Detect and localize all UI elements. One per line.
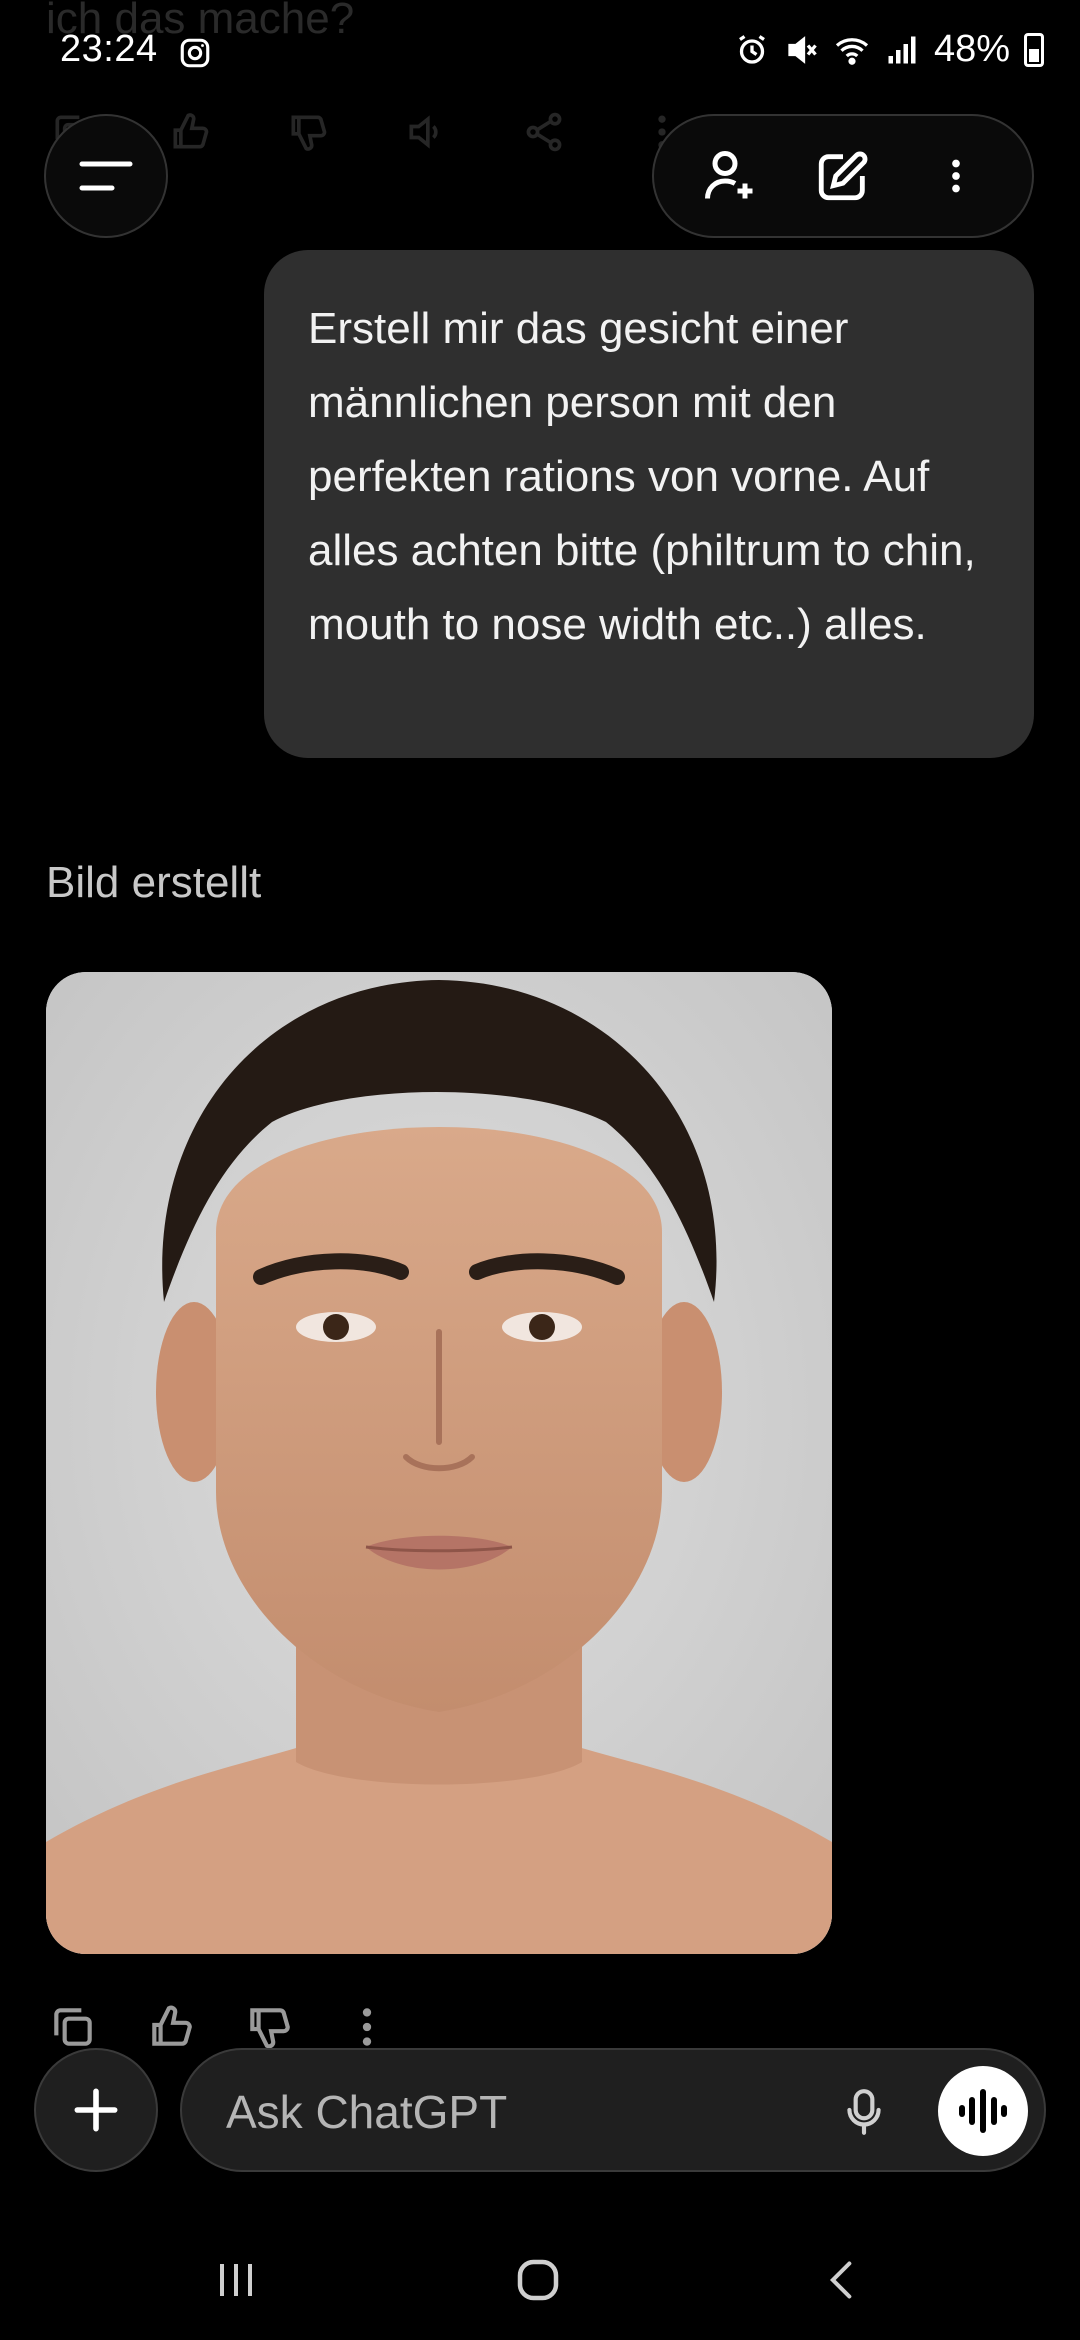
alarm-icon [739, 34, 765, 64]
image-created-label: Bild erstellt [46, 858, 262, 907]
recent-apps-button[interactable] [196, 2248, 276, 2312]
menu-icon [79, 161, 133, 191]
voice-mode-button[interactable] [938, 2066, 1028, 2156]
more-vertical-icon[interactable] [342, 2002, 392, 2052]
thumbs-up-icon [173, 113, 209, 149]
thumbs-down-icon[interactable] [244, 2002, 294, 2052]
battery-percentage: 48% [933, 28, 1010, 70]
microphone-icon [847, 2089, 881, 2135]
share-icon [526, 112, 562, 152]
battery-icon [1024, 32, 1044, 67]
edit-icon [818, 151, 868, 201]
response-actions [48, 2002, 392, 2052]
add-person-button[interactable] [690, 136, 770, 216]
mute-icon [788, 35, 817, 64]
back-icon [829, 2261, 852, 2299]
more-options-button[interactable] [916, 136, 996, 216]
more-vertical-icon [951, 159, 960, 193]
voice-waveform-icon [959, 2089, 1007, 2133]
copy-icon[interactable] [48, 2002, 98, 2052]
signal-icon [888, 36, 916, 63]
sidebar-menu-button[interactable] [44, 114, 168, 238]
generated-image[interactable] [46, 972, 832, 1954]
header-actions [652, 114, 1034, 238]
plus-icon [74, 2088, 118, 2132]
user-message-text: Erstell mir das gesicht einer männlichen… [308, 304, 976, 649]
speaker-icon [409, 115, 438, 149]
status-bar: 23:24 48% [0, 0, 1080, 100]
add-person-icon [705, 151, 753, 199]
thumbs-down-icon [291, 115, 327, 151]
user-message-bubble[interactable]: Erstell mir das gesicht einer männlichen… [264, 250, 1034, 758]
message-composer [180, 2048, 1046, 2172]
home-icon [517, 2259, 559, 2301]
attach-button[interactable] [34, 2048, 158, 2172]
status-time: 23:24 [60, 28, 158, 70]
back-button[interactable] [802, 2248, 882, 2312]
instagram-icon [180, 38, 210, 68]
home-button[interactable] [498, 2248, 578, 2312]
wifi-icon [835, 37, 869, 65]
prompt-input[interactable] [226, 2080, 746, 2144]
system-navigation-bar [0, 2220, 1080, 2340]
portrait-illustration [46, 972, 832, 1954]
new-chat-button[interactable] [803, 136, 883, 216]
thumbs-up-icon[interactable] [146, 2002, 196, 2052]
recents-icon [220, 2264, 252, 2296]
dictation-button[interactable] [832, 2080, 896, 2144]
